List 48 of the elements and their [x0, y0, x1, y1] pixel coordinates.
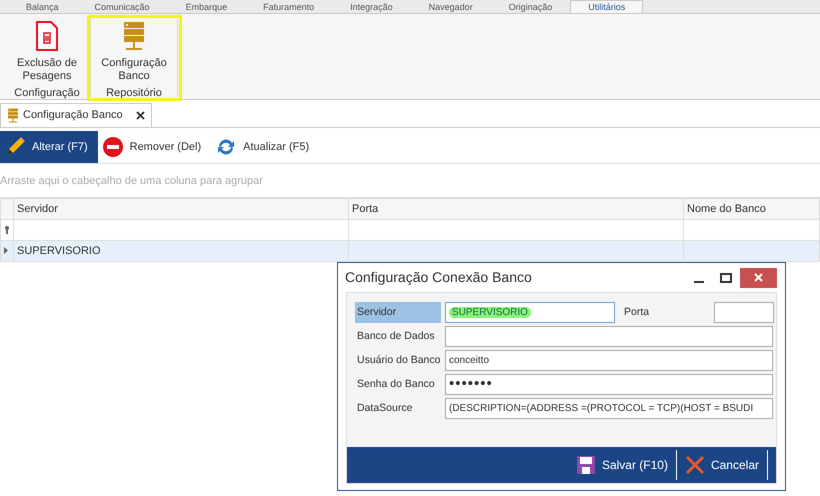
input-field[interactable]: SUPERVISORIO: [445, 302, 615, 323]
minus-circle-icon: [102, 136, 124, 158]
server-icon: [7, 108, 19, 123]
column-header[interactable]: Nome do Banco: [684, 198, 820, 220]
column-header[interactable]: Porta: [348, 198, 684, 220]
field-label: Senha do Banco: [356, 377, 436, 392]
trash-document-icon: [36, 21, 58, 51]
ribbon-button[interactable]: Exclusão de Pesagens: [8, 19, 86, 85]
minimize-icon: [694, 280, 704, 282]
ribbon-tab[interactable]: Comunicação: [76, 0, 168, 13]
document-tab[interactable]: Configuração Banco: [0, 103, 152, 127]
close-icon[interactable]: [136, 111, 145, 120]
row-indicator-icon: [4, 247, 8, 254]
close-button[interactable]: [740, 268, 777, 288]
ribbon-button[interactable]: Configuração Banco: [95, 19, 173, 85]
field-label: Usuário do Banco: [356, 353, 441, 368]
x-mark-icon: [684, 455, 705, 475]
maximize-icon: [720, 272, 732, 282]
input-field[interactable]: [714, 302, 774, 323]
ribbon-tab[interactable]: Faturamento: [245, 0, 332, 13]
ribbon-tab[interactable]: Balança: [8, 0, 77, 13]
document-tab-label[interactable]: Configuração Banco: [23, 107, 132, 124]
input-field[interactable]: (DESCRIPTION=(ADDRESS =(PROTOCOL = TCP)(HOST = BSUDI: [445, 398, 773, 419]
field-label: Servidor: [355, 302, 441, 323]
group-by-hint: Arraste aqui o cabeçalho de uma coluna para agrupar: [0, 175, 263, 187]
input-field[interactable]: •••••••: [445, 374, 773, 395]
field-label: DataSource: [356, 401, 414, 416]
input-field[interactable]: [445, 326, 773, 347]
filter-row-icon: [4, 226, 10, 234]
ribbon-tab[interactable]: Integração: [332, 0, 411, 13]
ribbon-tab[interactable]: Navegador: [410, 0, 491, 13]
pencil-icon: [4, 136, 26, 158]
field-label: Banco de Dados: [356, 329, 436, 344]
toolbar-button[interactable]: Alterar (F7): [0, 131, 98, 163]
field-label: Porta: [623, 305, 650, 320]
server-icon: [122, 21, 146, 51]
input-field[interactable]: conceitto: [445, 350, 773, 371]
ribbon-tab[interactable]: Utilitários: [570, 0, 644, 13]
table-cell: SUPERVISORIO: [17, 244, 101, 257]
ribbon-tab[interactable]: Embarque: [168, 0, 246, 13]
ribbon-tab[interactable]: Originação: [490, 0, 570, 13]
ribbon-group-label: Repositório: [106, 86, 162, 101]
dialog-button[interactable]: Salvar (F10): [568, 450, 676, 480]
dialog-title: Configuração Conexão Banco: [345, 268, 533, 287]
ribbon-group-label: Configuração: [14, 86, 80, 101]
column-header[interactable]: Servidor: [14, 198, 348, 220]
dialog-button[interactable]: Cancelar: [676, 450, 768, 480]
close-icon: [754, 273, 763, 282]
